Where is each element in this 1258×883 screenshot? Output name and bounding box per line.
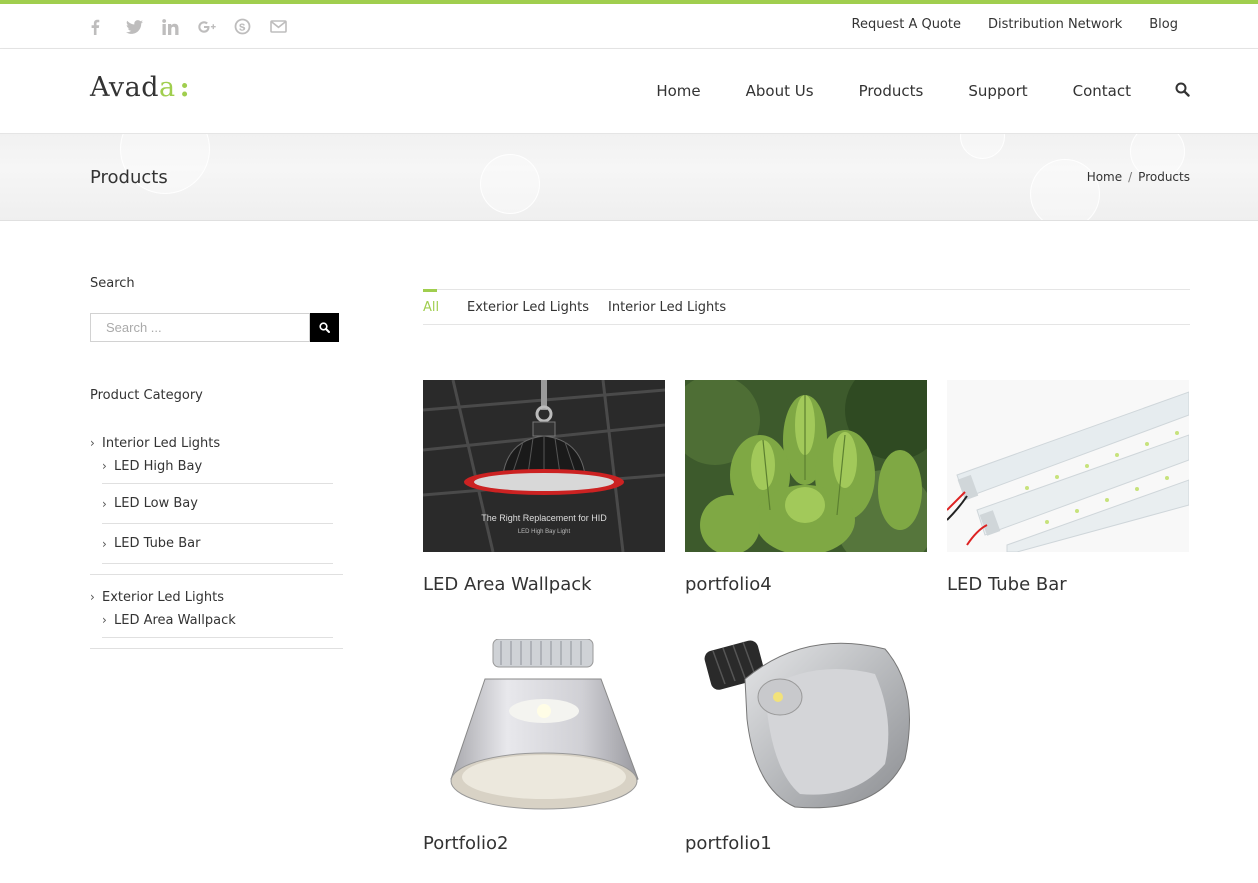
email-icon[interactable]: [270, 14, 306, 38]
filter-interior-led-lights[interactable]: Interior Led Lights: [608, 300, 726, 315]
search-widget-title: Search: [90, 276, 135, 291]
portfolio-item[interactable]: portfolio1: [685, 639, 927, 854]
portfolio-title[interactable]: portfolio4: [685, 574, 772, 595]
sidebar-search-input[interactable]: [90, 313, 310, 342]
portfolio-title[interactable]: LED Tube Bar: [947, 574, 1067, 595]
category-group: › Exterior Led Lights › LED Area Wallpac…: [90, 585, 343, 649]
decorative-bokeh: [960, 134, 1005, 159]
portfolio-item[interactable]: LED Tube Bar: [947, 380, 1189, 595]
chevron-right-icon: ›: [90, 590, 95, 604]
category-label: Interior Led Lights: [102, 435, 221, 451]
active-filter-indicator: [423, 289, 437, 292]
main-navigation: Home About Us Products Support Contact: [656, 82, 1131, 100]
logo-dots: :: [179, 72, 191, 103]
portfolio-title[interactable]: LED Area Wallpack: [423, 574, 592, 595]
portfolio-filters: All Exterior Led Lights Interior Led Lig…: [423, 289, 1190, 325]
subcategory-label: LED Tube Bar: [114, 536, 201, 551]
chevron-right-icon: ›: [102, 496, 107, 511]
chevron-right-icon: ›: [102, 536, 107, 551]
image-caption: The Right Replacement for HID: [481, 513, 607, 523]
search-form: [90, 313, 339, 342]
subcategory-led-low-bay[interactable]: › LED Low Bay: [102, 484, 333, 524]
category-group: › Interior Led Lights › LED High Bay › L…: [90, 431, 343, 575]
chevron-right-icon: ›: [102, 459, 107, 473]
category-list: › Interior Led Lights › LED High Bay › L…: [90, 431, 343, 659]
portfolio-title[interactable]: portfolio1: [685, 833, 772, 854]
portfolio-image-portfolio4[interactable]: [685, 380, 927, 552]
linkedin-icon[interactable]: [162, 14, 198, 38]
subcategory-list: › LED Area Wallpack: [102, 603, 333, 638]
portfolio-image-led-area-wallpack[interactable]: The Right Replacement for HID LED High B…: [423, 380, 665, 552]
subcategory-led-area-wallpack[interactable]: › LED Area Wallpack: [102, 603, 333, 638]
subcategory-label: LED High Bay: [114, 458, 203, 474]
breadcrumb-home[interactable]: Home: [1087, 170, 1122, 184]
decorative-bokeh: [1030, 159, 1100, 220]
filter-all[interactable]: All: [423, 300, 439, 315]
top-nav-blog[interactable]: Blog: [1149, 17, 1178, 32]
category-label: Exterior Led Lights: [102, 589, 225, 605]
nav-home[interactable]: Home: [656, 82, 700, 100]
sidebar-search-button[interactable]: [310, 313, 339, 342]
portfolio-item[interactable]: portfolio4: [685, 380, 927, 595]
twitter-icon[interactable]: [126, 14, 162, 38]
chevron-right-icon: ›: [90, 436, 95, 450]
facebook-icon[interactable]: [90, 14, 126, 38]
subcategory-label: LED Low Bay: [114, 496, 198, 511]
category-widget-title: Product Category: [90, 388, 203, 403]
chevron-right-icon: ›: [102, 613, 107, 627]
portfolio-image-portfolio2[interactable]: [423, 639, 665, 811]
portfolio-item[interactable]: Portfolio2: [423, 639, 665, 854]
page-title-bar: Products Home / Products: [0, 134, 1258, 221]
portfolio-image-led-tube-bar[interactable]: [947, 380, 1189, 552]
portfolio-image-portfolio1[interactable]: [685, 639, 927, 811]
nav-products[interactable]: Products: [859, 82, 924, 100]
breadcrumb: Home / Products: [1087, 170, 1190, 184]
top-nav-request-quote[interactable]: Request A Quote: [852, 17, 961, 32]
top-bar: Request A Quote Distribution Network Blo…: [0, 4, 1258, 49]
sidebar: Search Product Category › Interior Led L…: [90, 276, 343, 649]
logo-text: Avad: [90, 72, 160, 103]
header-search-icon[interactable]: [1175, 82, 1191, 100]
subcategory-led-tube-bar[interactable]: › LED Tube Bar: [102, 524, 333, 564]
social-links: [90, 14, 306, 38]
top-nav-distribution-network[interactable]: Distribution Network: [988, 17, 1122, 32]
main-header: Avada: Home About Us Products Support Co…: [0, 49, 1258, 134]
nav-contact[interactable]: Contact: [1073, 82, 1131, 100]
skype-icon[interactable]: [234, 14, 270, 38]
nav-support[interactable]: Support: [968, 82, 1027, 100]
site-logo[interactable]: Avada:: [90, 72, 190, 103]
top-navigation: Request A Quote Distribution Network Blo…: [852, 17, 1179, 32]
nav-about-us[interactable]: About Us: [746, 82, 814, 100]
google-plus-icon[interactable]: [198, 14, 234, 38]
logo-text-accent: a: [159, 72, 176, 103]
page-title: Products: [90, 167, 168, 188]
subcategory-list: › LED High Bay › LED Low Bay › LED Tube …: [102, 449, 333, 564]
image-subcaption: LED High Bay Light: [518, 529, 571, 535]
portfolio-item[interactable]: The Right Replacement for HID LED High B…: [423, 380, 665, 595]
search-icon: [319, 322, 330, 333]
subcategory-led-high-bay[interactable]: › LED High Bay: [102, 449, 333, 484]
filter-exterior-led-lights[interactable]: Exterior Led Lights: [467, 300, 589, 315]
breadcrumb-current: Products: [1138, 170, 1190, 184]
portfolio-title[interactable]: Portfolio2: [423, 833, 509, 854]
breadcrumb-separator: /: [1128, 170, 1133, 184]
subcategory-label: LED Area Wallpack: [114, 612, 236, 628]
decorative-bokeh: [480, 154, 540, 214]
